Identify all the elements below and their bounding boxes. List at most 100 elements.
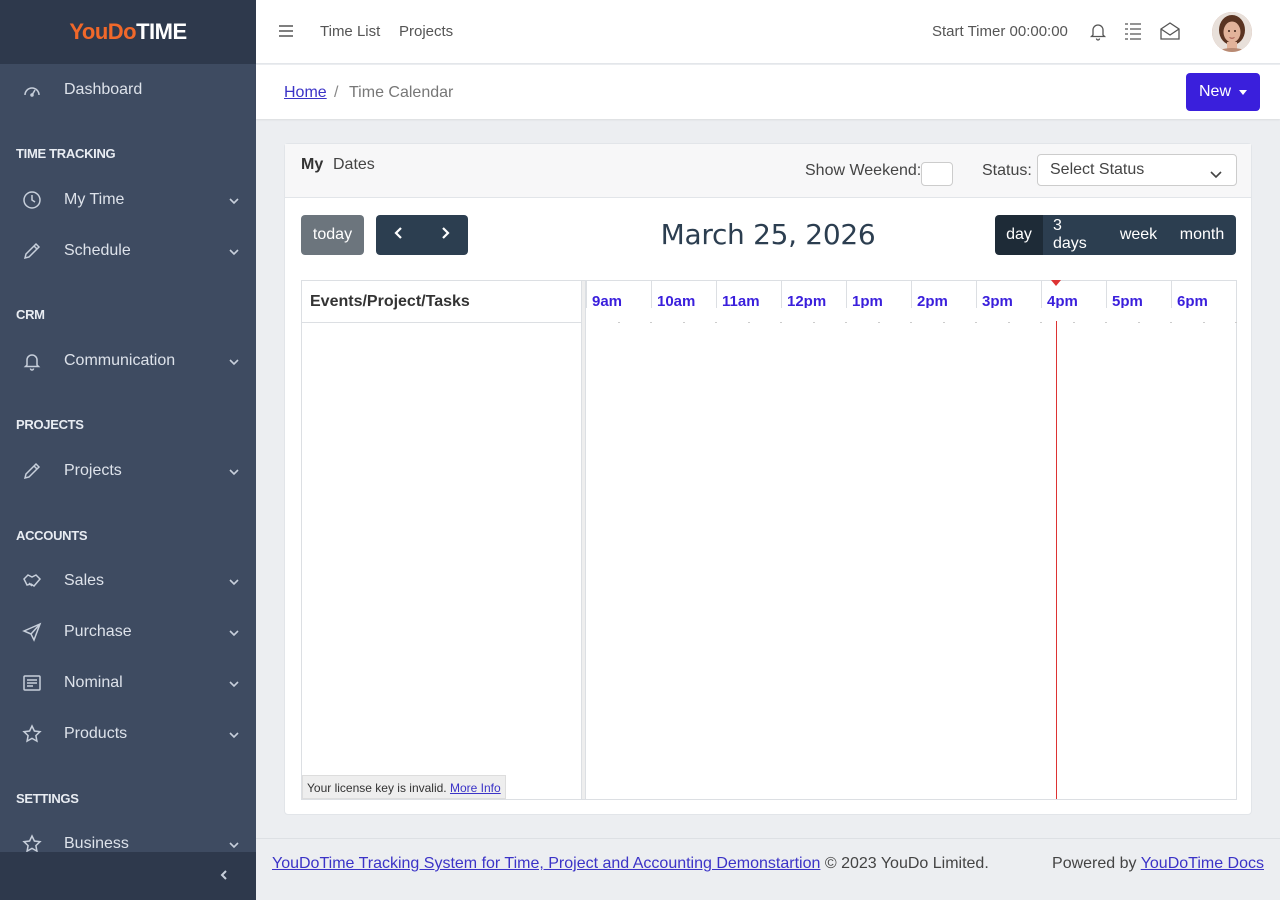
footer-docs-link[interactable]: YouDoTime Docs <box>1141 855 1264 872</box>
star-icon <box>22 724 42 744</box>
sidebar-item-label: Purchase <box>64 623 132 640</box>
slot-tick <box>943 322 945 323</box>
nav-time-list[interactable]: Time List <box>320 23 380 40</box>
hour-label: 11am <box>716 281 781 308</box>
handshake-icon <box>22 571 42 591</box>
star-icon <box>22 834 42 854</box>
slot-tick <box>1138 322 1140 323</box>
now-indicator-line <box>1056 321 1057 799</box>
view-3days-button[interactable]: 3 days <box>1043 215 1109 255</box>
show-weekend-label: Show Weekend: <box>805 162 922 179</box>
resource-header: Events/Project/Tasks <box>302 281 582 323</box>
clock-icon <box>22 190 42 210</box>
document-icon <box>22 673 42 693</box>
sidebar-item-purchase[interactable]: Purchase <box>0 612 256 652</box>
sidebar-collapse-bar <box>0 852 256 900</box>
hamburger-menu-icon[interactable] <box>278 24 294 38</box>
bell-icon <box>22 351 42 371</box>
envelope-icon[interactable] <box>1159 20 1181 42</box>
bell-icon[interactable] <box>1087 20 1109 42</box>
show-weekend-toggle[interactable] <box>921 162 953 186</box>
sidebar-item-label: Dashboard <box>64 81 143 98</box>
hour-label: 10am <box>651 281 716 308</box>
resource-column: Events/Project/Tasks Your license key is… <box>302 281 582 799</box>
slot-tick <box>1073 322 1075 323</box>
section-projects: PROJECTS <box>16 417 84 432</box>
new-button[interactable]: New <box>1186 73 1260 111</box>
list-icon[interactable] <box>1122 20 1144 42</box>
dashboard-icon <box>22 80 42 100</box>
slot-tick <box>1203 322 1205 323</box>
tab-dates[interactable]: Dates <box>333 156 375 174</box>
breadcrumb-current: Time Calendar <box>349 84 454 101</box>
sidebar-item-label: Nominal <box>64 674 123 691</box>
sidebar-item-communication[interactable]: Communication <box>0 341 256 381</box>
chevron-down-icon <box>228 626 240 638</box>
timeline: Events/Project/Tasks Your license key is… <box>301 280 1237 800</box>
breadcrumb-home[interactable]: Home <box>284 84 327 102</box>
section-settings: SETTINGS <box>16 791 79 806</box>
chevron-down-icon <box>228 838 240 850</box>
sidebar-item-projects[interactable]: Projects <box>0 451 256 491</box>
chevron-left-icon[interactable] <box>218 868 230 885</box>
chevron-down-icon <box>228 245 240 257</box>
sidebar-item-label: Business <box>64 835 129 852</box>
today-button[interactable]: today <box>301 215 364 255</box>
chevron-down-icon <box>228 194 240 206</box>
slot-tick <box>1105 322 1107 323</box>
footer-copyright: © 2023 YouDo Limited. <box>824 855 989 872</box>
sidebar-item-label: Communication <box>64 352 176 369</box>
pencil-icon <box>22 241 42 261</box>
sidebar-item-label: Products <box>64 725 128 742</box>
slot-tick <box>1235 322 1237 323</box>
resource-divider[interactable] <box>582 281 586 799</box>
sidebar-item-sales[interactable]: Sales <box>0 561 256 601</box>
card-header: My Dates Show Weekend: Status: Select St… <box>285 144 1251 198</box>
nav-projects[interactable]: Projects <box>399 23 453 40</box>
view-switcher: day 3 days week month <box>995 215 1236 255</box>
avatar[interactable] <box>1212 12 1252 52</box>
status-select[interactable]: Select Status <box>1037 154 1237 186</box>
license-more-info-link[interactable]: More Info <box>450 781 501 795</box>
sidebar-item-my-time[interactable]: My Time <box>0 180 256 220</box>
sidebar-item-nominal[interactable]: Nominal <box>0 663 256 703</box>
sidebar-item-products[interactable]: Products <box>0 714 256 754</box>
view-month-button[interactable]: month <box>1168 215 1236 255</box>
sidebar-item-dashboard[interactable]: Dashboard <box>0 70 256 110</box>
slot-tick <box>1040 322 1042 323</box>
now-indicator-arrow <box>1051 280 1061 286</box>
caret-down-icon <box>1239 89 1247 95</box>
tab-my[interactable]: My <box>301 156 323 174</box>
slot-tick <box>910 322 912 323</box>
chevron-down-icon <box>228 355 240 367</box>
chevron-down-icon <box>228 728 240 740</box>
send-icon <box>22 622 42 642</box>
slot-tick <box>975 322 977 323</box>
brand-logo[interactable]: YouDo TIME <box>0 0 256 64</box>
section-crm: CRM <box>16 307 45 322</box>
slot-tick <box>1170 322 1172 323</box>
pencil-icon <box>22 461 42 481</box>
prev-button[interactable] <box>376 215 422 255</box>
hour-label: 12pm <box>781 281 846 308</box>
view-day-button[interactable]: day <box>995 215 1043 255</box>
view-week-button[interactable]: week <box>1109 215 1168 255</box>
status-label: Status: <box>982 162 1032 179</box>
chevron-down-icon <box>228 465 240 477</box>
license-text: Your license key is invalid. <box>307 781 447 795</box>
topbar: Time List Projects Start Timer 00:00:00 <box>256 0 1280 64</box>
sidebar-item-label: My Time <box>64 191 125 208</box>
hour-label: 6pm <box>1171 281 1236 308</box>
chevron-down-icon <box>228 677 240 689</box>
slot-tick <box>748 322 750 323</box>
slot-tick <box>878 322 880 323</box>
new-button-label: New <box>1198 83 1231 100</box>
sidebar-item-schedule[interactable]: Schedule <box>0 231 256 271</box>
next-button[interactable] <box>422 215 468 255</box>
slot-tick <box>715 322 717 323</box>
slot-tick <box>813 322 815 323</box>
calendar-card: My Dates Show Weekend: Status: Select St… <box>284 143 1252 815</box>
footer-powered-by: Powered by <box>1052 855 1137 872</box>
footer-system-link[interactable]: YouDoTime Tracking System for Time, Proj… <box>272 855 820 872</box>
start-timer[interactable]: Start Timer 00:00:00 <box>932 23 1068 40</box>
